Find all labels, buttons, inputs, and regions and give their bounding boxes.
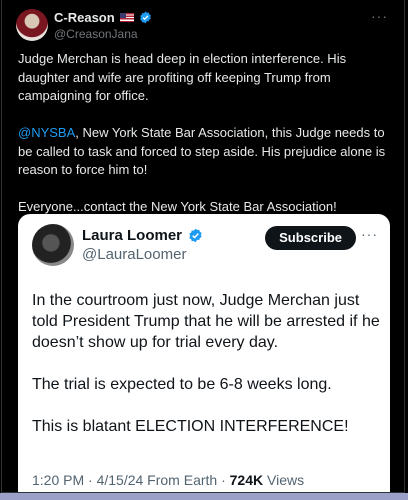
- mention-link[interactable]: @NYSBA: [18, 125, 75, 140]
- views-count: 724K: [229, 472, 264, 488]
- quoted-paragraph-1: In the courtroom just now, Judge Merchan…: [32, 292, 380, 351]
- quoted-tweet-text: In the courtroom just now, Judge Merchan…: [32, 290, 384, 458]
- bottom-strip: [0, 493, 408, 500]
- tweet-paragraph-1: Judge Merchan is head deep in election i…: [18, 51, 347, 103]
- tweet-card: C-Reason @CreasonJana ··· Judge Merchan …: [1, 0, 405, 493]
- quoted-tweet[interactable]: Laura Loomer @LauraLoomer Subscribe ··· …: [18, 214, 390, 492]
- quoted-paragraph-2: The trial is expected to be 6-8 weeks lo…: [32, 376, 332, 393]
- timestamp[interactable]: 1:20 PM · 4/15/24 From Earth ·: [32, 472, 230, 488]
- quoted-author-avatar[interactable]: [32, 224, 74, 266]
- verified-badge-icon: [139, 11, 151, 24]
- tweet-text: Judge Merchan is head deep in election i…: [18, 50, 388, 235]
- verified-badge-icon: [189, 228, 202, 243]
- quoted-author-name[interactable]: Laura Loomer: [82, 227, 182, 244]
- quoted-paragraph-3: This is blatant ELECTION INTERFERENCE!: [32, 418, 349, 435]
- more-options-icon[interactable]: ···: [371, 8, 388, 24]
- quoted-author-name-row: Laura Loomer: [82, 227, 203, 244]
- views-label: Views: [263, 472, 305, 488]
- author-name-row: C-Reason: [54, 10, 152, 25]
- quoted-author-handle[interactable]: @LauraLoomer: [82, 246, 186, 263]
- quoted-more-options-icon[interactable]: ···: [361, 226, 378, 242]
- author-avatar[interactable]: [16, 9, 48, 41]
- quoted-tweet-meta: 1:20 PM · 4/15/24 From Earth · 724K View…: [32, 472, 304, 488]
- tweet-paragraph-2: @NYSBA, New York State Bar Association, …: [18, 124, 388, 180]
- author-name[interactable]: C-Reason: [54, 10, 115, 25]
- subscribe-button[interactable]: Subscribe: [265, 226, 356, 250]
- author-handle[interactable]: @CreasonJana: [54, 27, 138, 41]
- us-flag-icon: [119, 13, 134, 22]
